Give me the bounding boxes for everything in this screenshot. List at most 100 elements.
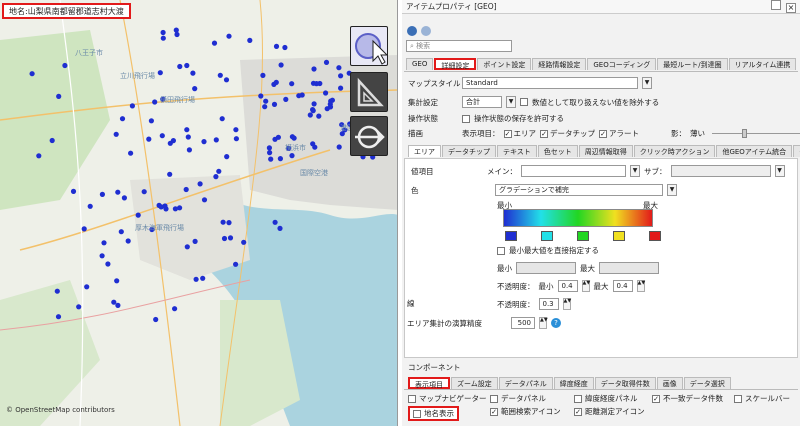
map-marker[interactable] xyxy=(233,127,239,133)
map-marker[interactable] xyxy=(184,244,190,250)
component-tab-0[interactable]: 表示項目 xyxy=(408,377,450,389)
map-marker[interactable] xyxy=(289,134,295,140)
map-marker[interactable] xyxy=(177,205,183,211)
map-marker[interactable] xyxy=(115,189,121,195)
component-tab-5[interactable]: 画像 xyxy=(656,377,683,389)
display-item-2[interactable]: ✓ アラート xyxy=(599,128,639,139)
max-field[interactable] xyxy=(599,262,659,274)
main-tab-3[interactable]: 経路情報設定 xyxy=(532,58,587,70)
map-marker[interactable] xyxy=(323,90,329,96)
display-item-1[interactable]: ✓ データチップ xyxy=(540,128,595,139)
map-marker[interactable] xyxy=(174,31,180,38)
sub-tab-6[interactable]: 他GEOアイテム統合 xyxy=(716,145,793,157)
color-stop-2[interactable] xyxy=(577,231,589,241)
map-marker[interactable] xyxy=(226,33,232,39)
search-input[interactable]: ⌕ 検索 xyxy=(406,40,512,52)
map-marker[interactable] xyxy=(115,302,121,308)
map-marker[interactable] xyxy=(219,116,225,122)
map-marker[interactable] xyxy=(101,240,107,246)
map-marker[interactable] xyxy=(160,29,166,36)
component-item-6[interactable]: ✓ 範囲検索アイコン xyxy=(490,406,561,417)
main-tab-6[interactable]: リアルタイム連携 xyxy=(728,58,797,70)
map-marker[interactable] xyxy=(338,73,344,79)
save-state-checkbox[interactable] xyxy=(462,114,470,123)
main-tab-5[interactable]: 最短ルート/到達圏 xyxy=(657,58,728,70)
map-marker[interactable] xyxy=(233,136,239,142)
map-marker[interactable] xyxy=(167,171,173,177)
map-marker[interactable] xyxy=(105,261,111,267)
map-marker[interactable] xyxy=(312,144,318,150)
map-marker[interactable] xyxy=(128,150,134,156)
stepper[interactable]: ▲▼ xyxy=(581,280,590,292)
component-tab-2[interactable]: データパネル xyxy=(498,377,553,389)
component-checkbox[interactable] xyxy=(490,394,498,403)
map-marker[interactable] xyxy=(263,98,269,104)
component-checkbox[interactable] xyxy=(574,394,582,403)
map-marker[interactable] xyxy=(111,299,117,305)
map-marker[interactable] xyxy=(211,40,218,46)
map-marker[interactable] xyxy=(310,107,316,113)
map-marker[interactable] xyxy=(183,186,189,193)
map-marker[interactable] xyxy=(70,188,77,194)
map-marker[interactable] xyxy=(152,99,158,105)
map-marker[interactable] xyxy=(157,70,163,76)
map-marker[interactable] xyxy=(167,140,173,146)
map-marker[interactable] xyxy=(266,145,272,151)
map-marker[interactable] xyxy=(113,131,119,137)
component-checkbox[interactable] xyxy=(408,394,416,403)
map-marker[interactable] xyxy=(278,62,284,68)
map-marker[interactable] xyxy=(177,63,183,70)
map-marker[interactable] xyxy=(49,137,55,144)
map-marker[interactable] xyxy=(141,189,147,195)
map-marker[interactable] xyxy=(201,197,208,203)
chevron-down-icon[interactable]: ▼ xyxy=(642,77,652,89)
map-marker[interactable] xyxy=(216,168,222,174)
direct-minmax-checkbox[interactable] xyxy=(497,246,505,255)
map-marker[interactable] xyxy=(192,238,198,244)
map-marker[interactable] xyxy=(267,150,273,156)
map-marker[interactable] xyxy=(221,235,228,242)
map-marker[interactable] xyxy=(146,136,152,142)
undo-icon[interactable] xyxy=(407,26,417,36)
map-marker[interactable] xyxy=(260,72,266,78)
map-marker[interactable] xyxy=(135,212,141,218)
main-tab-0[interactable]: GEO xyxy=(406,58,434,70)
sub-tab-4[interactable]: 周辺情報取得 xyxy=(578,145,633,157)
map-marker[interactable] xyxy=(87,203,93,209)
color-stop-1[interactable] xyxy=(541,231,553,241)
map-marker[interactable] xyxy=(289,81,295,87)
map-marker[interactable] xyxy=(29,71,35,77)
map-marker[interactable] xyxy=(327,104,334,110)
map-marker[interactable] xyxy=(118,229,124,235)
display-item-0[interactable]: ✓ エリア xyxy=(503,128,536,139)
sub-tab-7[interactable]: その他 xyxy=(793,145,800,157)
min-field[interactable] xyxy=(516,262,576,274)
map-marker[interactable] xyxy=(223,77,230,83)
map-marker[interactable] xyxy=(338,85,344,91)
close-icon[interactable]: × xyxy=(786,3,796,13)
component-checkbox[interactable] xyxy=(734,394,742,403)
component-item-5[interactable]: 地名表示 xyxy=(408,406,459,421)
map-marker[interactable] xyxy=(62,62,68,69)
map-marker[interactable] xyxy=(36,153,42,159)
display-item-checkbox[interactable]: ✓ xyxy=(503,129,512,138)
map-marker[interactable] xyxy=(190,70,196,76)
map-marker[interactable] xyxy=(283,96,289,102)
map-marker[interactable] xyxy=(282,44,288,51)
map-marker[interactable] xyxy=(56,93,62,99)
map-marker[interactable] xyxy=(311,66,317,72)
main-tab-1[interactable]: 詳細設定 xyxy=(434,58,477,70)
map-marker[interactable] xyxy=(247,37,253,44)
sub-tab-2[interactable]: テキスト xyxy=(497,145,537,157)
map-marker[interactable] xyxy=(129,103,135,109)
slider-thumb[interactable] xyxy=(742,129,747,138)
map-marker[interactable] xyxy=(258,93,264,99)
display-item-checkbox[interactable]: ✓ xyxy=(540,129,548,138)
map-marker[interactable] xyxy=(220,219,226,225)
map-marker[interactable] xyxy=(148,118,154,124)
map-marker[interactable] xyxy=(336,144,342,150)
select-tool-button[interactable] xyxy=(350,26,389,66)
component-item-2[interactable]: 緯度経度パネル xyxy=(574,393,638,404)
sub-tab-5[interactable]: クリック時アクション xyxy=(633,145,716,157)
restore-icon[interactable] xyxy=(771,0,781,10)
